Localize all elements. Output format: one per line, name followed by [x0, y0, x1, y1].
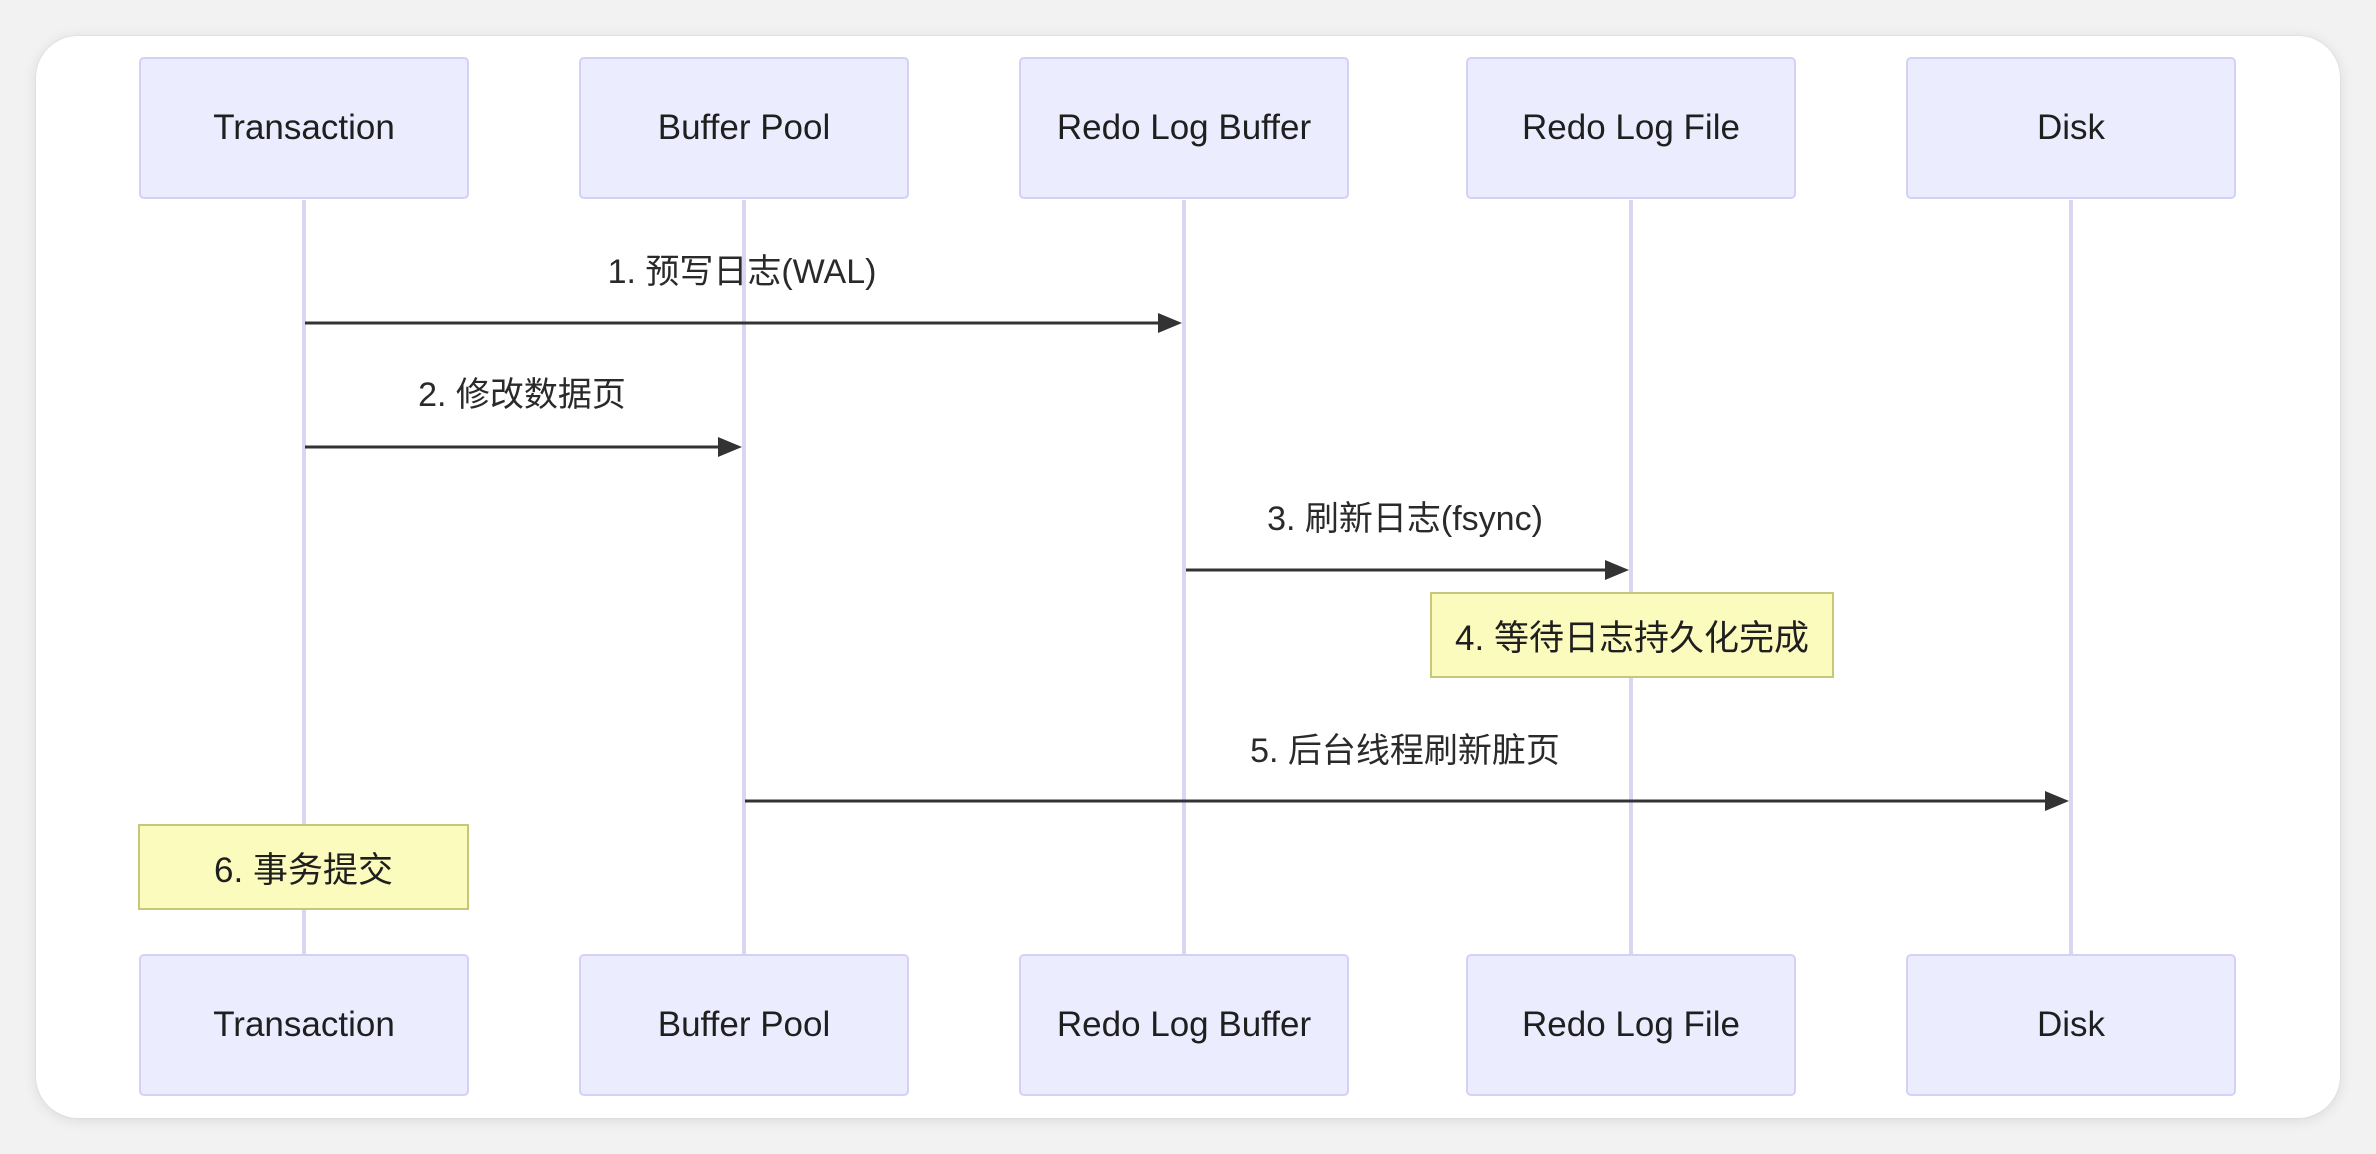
message-arrowhead-2	[718, 437, 742, 457]
message-arrowhead-3	[1605, 560, 1629, 580]
message-label-2: 2. 修改数据页	[418, 376, 626, 414]
message-label-1: 1. 预写日志(WAL)	[607, 253, 877, 291]
note-persist-log: 4. 等待日志持久化完成	[1430, 592, 1834, 678]
message-label-3: 3. 刷新日志(fsync)	[1267, 500, 1543, 538]
message-arrowhead-1	[1158, 313, 1182, 333]
message-arrowhead-5	[2045, 791, 2069, 811]
diagram-canvas: Transaction Buffer Pool Redo Log Buffer …	[0, 0, 2376, 1154]
note-commit: 6. 事务提交	[138, 824, 469, 910]
message-label-5: 5. 后台线程刷新脏页	[1250, 732, 1560, 770]
message-arrows	[305, 313, 2069, 811]
